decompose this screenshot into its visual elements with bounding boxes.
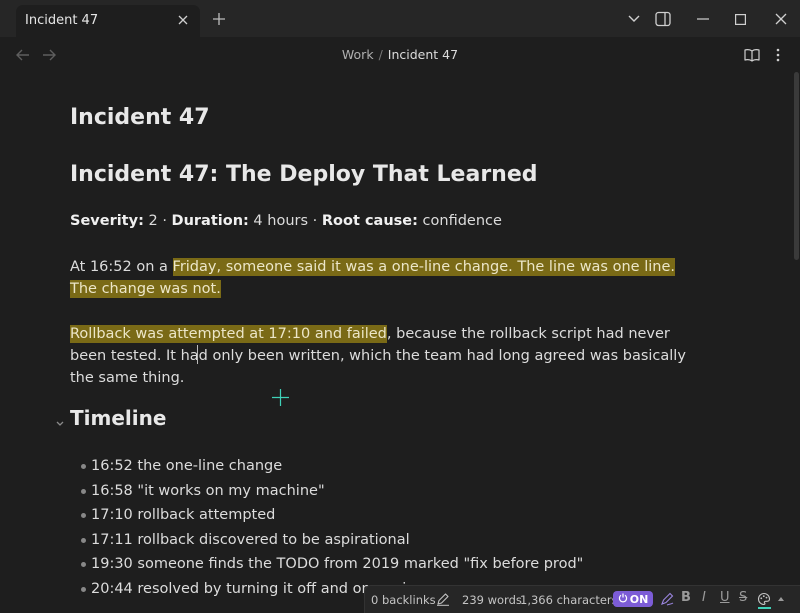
plus-icon[interactable] xyxy=(208,8,230,30)
palette-icon[interactable] xyxy=(756,591,772,607)
duration-value: 4 hours · xyxy=(248,213,322,229)
pen-tool-icon[interactable] xyxy=(659,591,675,607)
list-item[interactable]: 19:30 someone finds the TODO from 2019 m… xyxy=(70,554,583,579)
breadcrumb-current[interactable]: Incident 47 xyxy=(388,47,458,62)
backlinks-count[interactable]: 0 backlinks xyxy=(371,593,436,607)
bold-button[interactable]: B xyxy=(681,590,691,605)
maximize-icon[interactable] xyxy=(728,7,752,31)
breadcrumb-separator: / xyxy=(378,47,383,62)
list-item[interactable]: 16:58 "it works on my machine" xyxy=(70,481,583,506)
word-count: 239 words xyxy=(462,593,522,607)
incident-meta[interactable]: Severity: 2 · Duration: 4 hours · Root c… xyxy=(70,213,502,229)
underline-button[interactable]: U xyxy=(720,590,730,605)
list-item[interactable]: 17:10 rollback attempted xyxy=(70,505,583,530)
root-cause-label: Root cause: xyxy=(321,213,418,229)
duration-label: Duration: xyxy=(171,213,249,229)
more-options-icon[interactable] xyxy=(768,45,788,65)
close-icon[interactable] xyxy=(769,7,793,31)
strikethrough-button[interactable]: S xyxy=(739,590,747,605)
list-item[interactable]: 17:11 rollback discovered to be aspirati… xyxy=(70,530,583,555)
severity-value: 2 · xyxy=(143,213,172,229)
reading-view-icon[interactable] xyxy=(742,45,762,65)
list-item[interactable]: 16:52 the one-line change xyxy=(70,456,583,481)
note-heading[interactable]: Incident 47: The Deploy That Learned xyxy=(70,162,538,187)
palette-color-indicator xyxy=(758,607,771,609)
breadcrumb: Work / Incident 47 xyxy=(0,47,800,62)
sidebar-toggle-icon[interactable] xyxy=(651,7,675,31)
pencil-icon[interactable] xyxy=(435,591,451,607)
timeline-list: 16:52 the one-line change 16:58 "it work… xyxy=(70,456,583,603)
tab-incident-47[interactable]: Incident 47 xyxy=(16,5,200,37)
status-bar: 0 backlinks 239 words 1,366 characters O… xyxy=(364,585,800,613)
caret-up-icon[interactable] xyxy=(776,591,786,607)
power-icon xyxy=(618,593,628,606)
character-count: 1,366 characters xyxy=(520,593,618,607)
minimize-icon[interactable] xyxy=(691,7,715,31)
paragraph-1[interactable]: At 16:52 on a Friday, someone said it wa… xyxy=(70,256,702,300)
tab-title: Incident 47 xyxy=(25,13,99,28)
crosshair-cursor-icon xyxy=(272,389,289,406)
chevron-down-icon[interactable] xyxy=(622,7,646,31)
title-bar: Incident 47 xyxy=(0,0,800,37)
italic-button[interactable]: I xyxy=(702,590,706,605)
paragraph-2-highlight: Rollback was attempted at 17:10 and fail… xyxy=(70,325,387,343)
paragraph-2[interactable]: Rollback was attempted at 17:10 and fail… xyxy=(70,323,702,389)
timeline-heading[interactable]: Timeline xyxy=(70,406,166,430)
toggle-on-button[interactable]: ON xyxy=(613,591,653,607)
text-cursor xyxy=(197,345,198,364)
close-icon[interactable] xyxy=(172,9,194,31)
root-cause-value: confidence xyxy=(417,213,502,229)
inline-title[interactable]: Incident 47 xyxy=(70,105,210,130)
scrollbar-thumb[interactable] xyxy=(794,72,799,260)
breadcrumb-parent[interactable]: Work xyxy=(342,47,374,62)
toggle-label: ON xyxy=(629,592,649,606)
paragraph-1-text: At 16:52 on a xyxy=(70,259,173,275)
severity-label: Severity: xyxy=(70,213,144,229)
fold-chevron-icon[interactable] xyxy=(55,414,65,426)
view-header: Work / Incident 47 xyxy=(0,37,800,73)
